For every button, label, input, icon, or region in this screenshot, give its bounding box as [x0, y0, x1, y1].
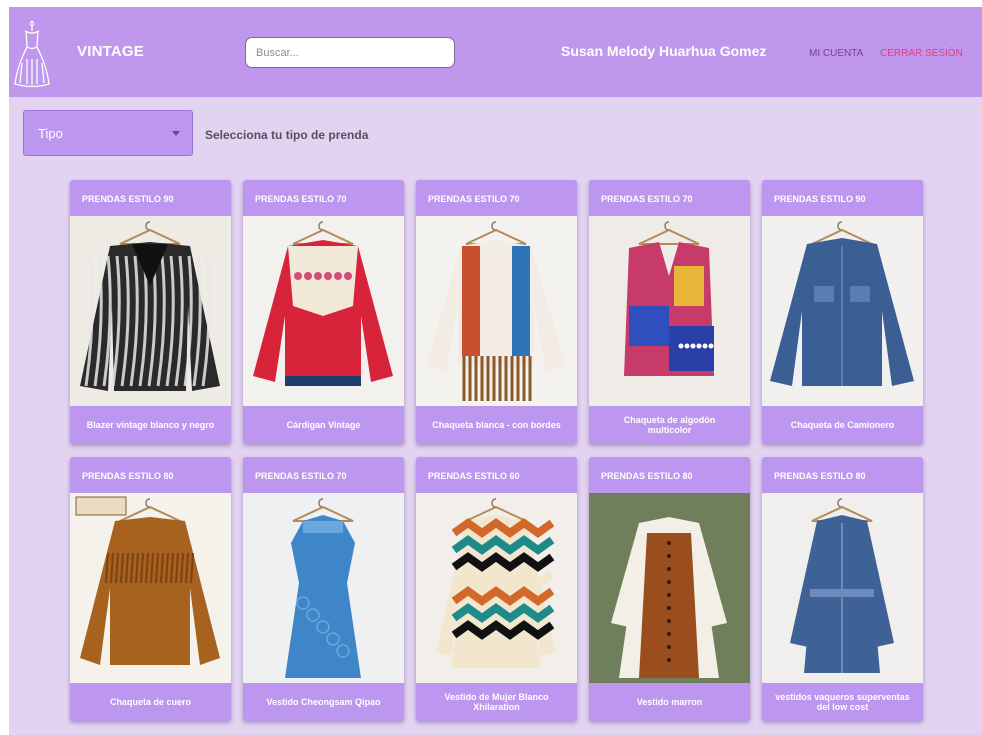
select-label: Tipo — [38, 126, 63, 141]
product-name[interactable]: Chaqueta blanca - con bordes — [416, 406, 577, 444]
product-card[interactable]: PRENDAS ESTILO 70 Cárdigan Vintage — [243, 180, 404, 444]
product-card[interactable]: PRENDAS ESTILO 80 vestidos vaqueros super… — [762, 457, 923, 721]
search-input[interactable] — [245, 37, 455, 68]
product-name[interactable]: Chaqueta de algodón multicolor — [589, 406, 750, 444]
product-name[interactable]: Cárdigan Vintage — [243, 406, 404, 444]
product-category: PRENDAS ESTILO 80 — [82, 471, 174, 481]
product-card[interactable]: PRENDAS ESTILO 60 Vestido de Mujer Blanco… — [416, 457, 577, 721]
pinafore-dress-icon[interactable] — [589, 493, 750, 683]
product-category: PRENDAS ESTILO 60 — [428, 471, 520, 481]
blazer-icon[interactable] — [70, 216, 231, 406]
product-name[interactable]: Vestido marron — [589, 683, 750, 721]
product-category: PRENDAS ESTILO 90 — [82, 194, 174, 204]
product-category: PRENDAS ESTILO 90 — [774, 194, 866, 204]
account-link[interactable]: MI CUENTA — [809, 48, 863, 59]
chevron-dress-icon[interactable] — [416, 493, 577, 683]
product-card[interactable]: PRENDAS ESTILO 70 Chaqueta blanca - con b… — [416, 180, 577, 444]
product-name[interactable]: Blazer vintage blanco y negro — [70, 406, 231, 444]
product-name[interactable]: Vestido Cheongsam Qipao — [243, 683, 404, 721]
fringe-jacket-icon[interactable] — [416, 216, 577, 406]
product-card[interactable]: PRENDAS ESTILO 80 Chaqueta de cuero — [70, 457, 231, 721]
dress-icon[interactable] — [243, 493, 404, 683]
leather-jacket-icon[interactable] — [70, 493, 231, 683]
product-name[interactable]: Chaqueta de Camionero — [762, 406, 923, 444]
logout-link[interactable]: CERRAR SESIÓN — [880, 48, 963, 59]
product-category: PRENDAS ESTILO 70 — [255, 194, 347, 204]
denim-dress-icon[interactable] — [762, 493, 923, 683]
product-category: PRENDAS ESTILO 80 — [601, 471, 693, 481]
vest-icon[interactable] — [589, 216, 750, 406]
product-card[interactable]: PRENDAS ESTILO 70 Chaqueta de algodón mul… — [589, 180, 750, 444]
product-category: PRENDAS ESTILO 70 — [428, 194, 520, 204]
user-name: Susan Melody Huarhua Gomez — [561, 43, 767, 59]
product-category: PRENDAS ESTILO 80 — [774, 471, 866, 481]
product-card[interactable]: PRENDAS ESTILO 80 Vestido marron — [589, 457, 750, 721]
filter-hint: Selecciona tu tipo de prenda — [205, 128, 369, 142]
product-category: PRENDAS ESTILO 70 — [601, 194, 693, 204]
caret-down-icon — [172, 131, 180, 136]
product-card[interactable]: PRENDAS ESTILO 70 Vestido Cheongsam Qipao — [243, 457, 404, 721]
denim-jacket-icon[interactable] — [762, 216, 923, 406]
brand-title[interactable]: VINTAGE — [77, 43, 144, 60]
app-window: VINTAGE Susan Melody Huarhua Gomez MI CU… — [9, 7, 982, 735]
product-card[interactable]: PRENDAS ESTILO 90 Blazer vintage blanco y… — [70, 180, 231, 444]
product-category: PRENDAS ESTILO 70 — [255, 471, 347, 481]
sweater-icon[interactable] — [243, 216, 404, 406]
product-name[interactable]: Chaqueta de cuero — [70, 683, 231, 721]
product-card[interactable]: PRENDAS ESTILO 90 Chaqueta de Camionero — [762, 180, 923, 444]
product-name[interactable]: Vestido de Mujer Blanco Xhilaration — [416, 683, 577, 721]
product-name[interactable]: vestidos vaqueros superventas del low co… — [762, 683, 923, 721]
garment-type-select[interactable]: Tipo — [23, 110, 193, 156]
navbar: VINTAGE Susan Melody Huarhua Gomez MI CU… — [9, 7, 982, 97]
dress-logo-icon[interactable] — [13, 19, 51, 87]
